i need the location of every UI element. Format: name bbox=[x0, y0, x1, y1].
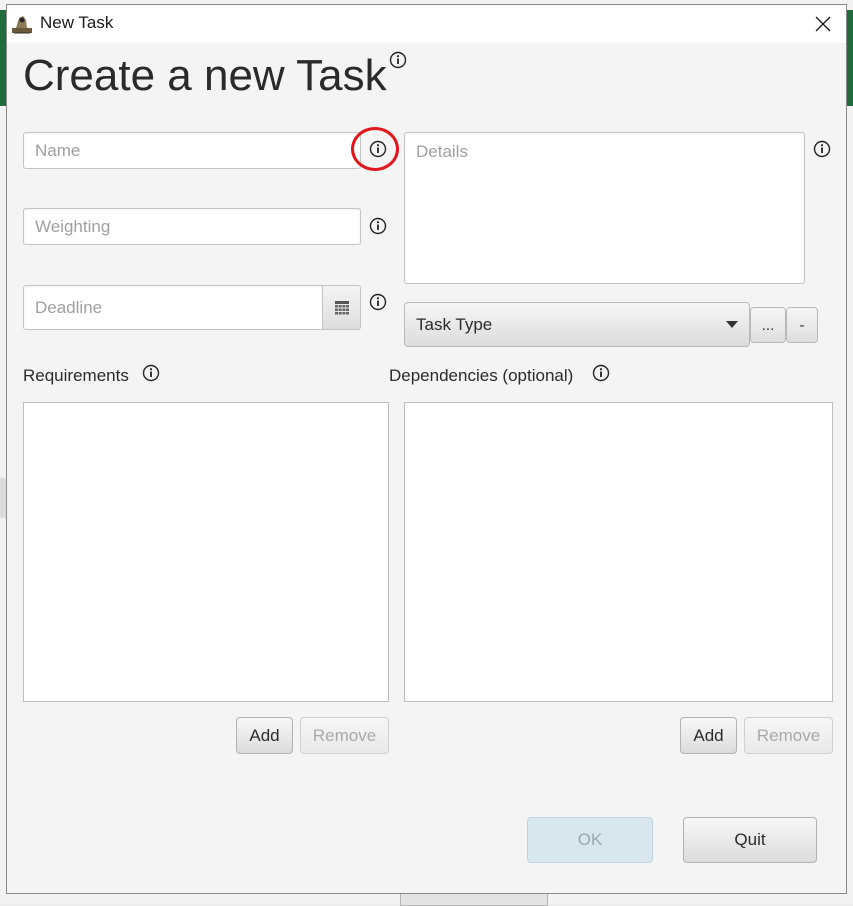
info-icon[interactable] bbox=[369, 293, 387, 311]
task-type-value: Task Type bbox=[416, 314, 493, 334]
info-icon[interactable] bbox=[813, 140, 831, 158]
weighting-field[interactable]: Weighting bbox=[23, 208, 361, 245]
remove-label: - bbox=[799, 316, 805, 334]
requirements-add-button[interactable]: Add bbox=[236, 717, 293, 754]
calendar-button[interactable] bbox=[322, 285, 361, 330]
dependencies-remove-button[interactable]: Remove bbox=[744, 717, 833, 754]
name-field[interactable]: Name bbox=[23, 132, 361, 169]
quit-label: Quit bbox=[734, 830, 766, 849]
task-type-select[interactable]: Task Type bbox=[404, 302, 750, 347]
app-icon bbox=[12, 16, 32, 34]
chevron-down-icon bbox=[726, 320, 738, 328]
requirements-list[interactable] bbox=[23, 402, 389, 702]
name-placeholder: Name bbox=[35, 140, 81, 160]
dependencies-list[interactable] bbox=[404, 402, 833, 702]
add-label: Add bbox=[249, 725, 280, 745]
highlight-ring bbox=[351, 127, 399, 171]
deadline-placeholder: Deadline bbox=[35, 297, 103, 317]
requirements-label: Requirements bbox=[23, 366, 129, 385]
info-icon[interactable] bbox=[592, 364, 610, 382]
info-icon[interactable] bbox=[369, 217, 387, 235]
close-icon bbox=[815, 16, 831, 32]
window-title: New Task bbox=[40, 13, 114, 32]
new-task-dialog: New Task Create a new Task Name Details … bbox=[6, 4, 847, 894]
weighting-placeholder: Weighting bbox=[35, 216, 111, 236]
ok-button[interactable]: OK bbox=[527, 817, 653, 863]
info-icon[interactable] bbox=[142, 364, 160, 382]
remove-label: Remove bbox=[312, 725, 377, 745]
requirements-remove-button[interactable]: Remove bbox=[300, 717, 389, 754]
info-icon[interactable] bbox=[389, 51, 407, 69]
calendar-icon bbox=[334, 300, 349, 314]
task-type-more-button[interactable]: ... bbox=[750, 307, 786, 343]
more-label: ... bbox=[761, 316, 775, 334]
details-placeholder: Details bbox=[416, 142, 468, 161]
details-field[interactable]: Details bbox=[404, 132, 805, 284]
add-label: Add bbox=[693, 725, 724, 745]
page-title: Create a new Task bbox=[23, 51, 387, 100]
dependencies-add-button[interactable]: Add bbox=[680, 717, 737, 754]
close-button[interactable] bbox=[800, 5, 846, 43]
deadline-field[interactable]: Deadline bbox=[23, 285, 323, 330]
quit-button[interactable]: Quit bbox=[683, 817, 817, 863]
task-type-remove-button[interactable]: - bbox=[786, 307, 818, 343]
remove-label: Remove bbox=[756, 725, 821, 745]
ok-label: OK bbox=[577, 830, 603, 849]
dependencies-label: Dependencies (optional) bbox=[389, 366, 574, 385]
title-bar: New Task bbox=[7, 5, 846, 43]
